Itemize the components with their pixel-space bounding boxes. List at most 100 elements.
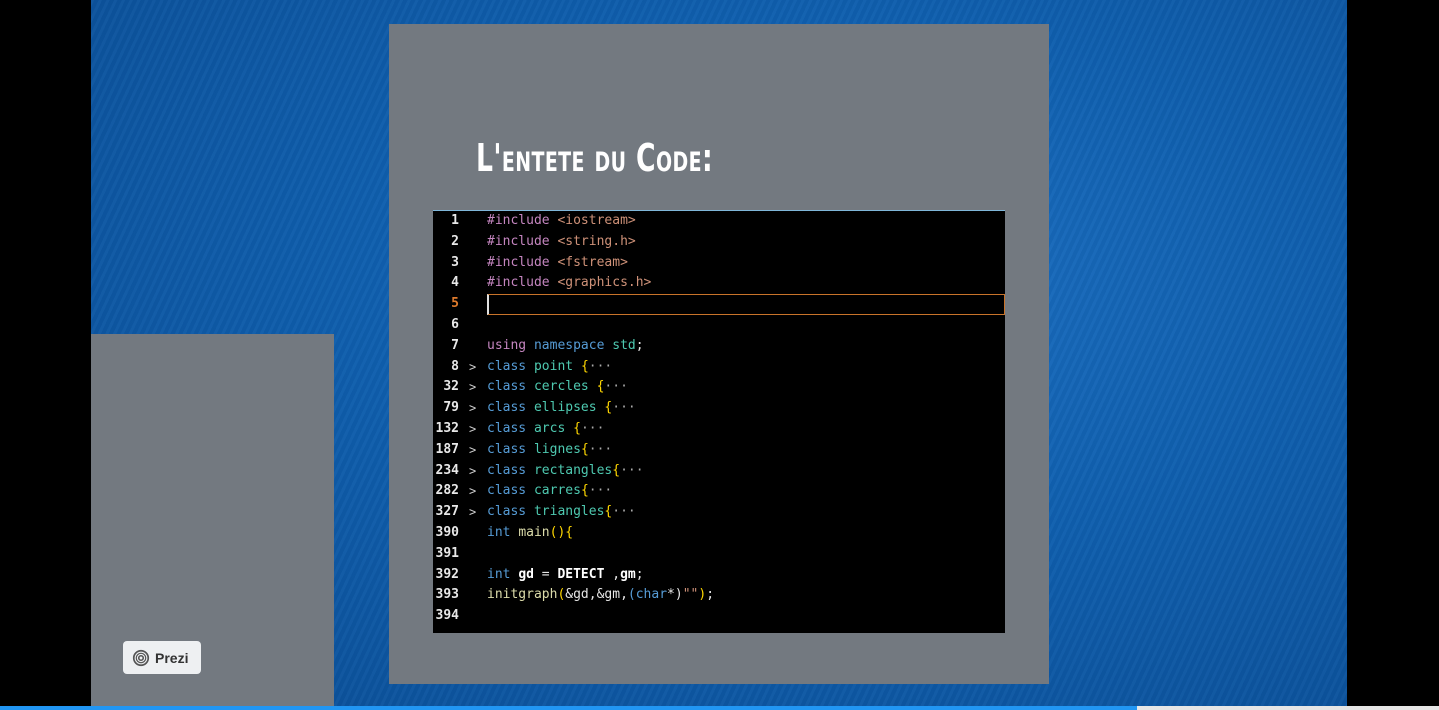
code-line: 5 bbox=[433, 294, 1005, 316]
line-number: 234 bbox=[435, 462, 459, 478]
fold-chevron-icon[interactable]: > bbox=[469, 398, 476, 419]
line-number: 187 bbox=[435, 441, 459, 457]
line-number: 282 bbox=[435, 483, 459, 499]
code-token: class bbox=[487, 420, 534, 436]
presentation-canvas: L'entete du Code: 1 #include <iostream> 2 #… bbox=[91, 0, 1347, 710]
fold-chevron-icon[interactable]: > bbox=[469, 377, 476, 398]
code-text: class carres{··· bbox=[487, 481, 612, 502]
code-text: using namespace std; bbox=[487, 336, 644, 357]
code-line: 393 initgraph(&gd,&gm,(char*)""); bbox=[433, 585, 1005, 606]
code-token: triangles bbox=[533, 504, 605, 520]
code-line: 7 using namespace std; bbox=[433, 336, 1005, 357]
line-number: 393 bbox=[435, 587, 459, 603]
code-text: #include <iostream> bbox=[487, 211, 636, 232]
code-line: 79 > class ellipses {··· bbox=[433, 398, 1005, 419]
line-number: 2 bbox=[451, 233, 459, 249]
code-text: class triangles{··· bbox=[487, 502, 636, 523]
code-text: class arcs {··· bbox=[487, 419, 604, 440]
code-token: ··· bbox=[604, 379, 628, 395]
code-line: 390 int main(){ bbox=[433, 523, 1005, 544]
code-line: 2 #include <string.h> bbox=[433, 232, 1005, 253]
code-token: (char bbox=[627, 587, 668, 603]
code-text: class cercles {··· bbox=[487, 377, 628, 398]
code-line: 392 int gd = DETECT ,gm; bbox=[433, 565, 1005, 586]
code-token: std bbox=[612, 337, 636, 353]
code-screenshot: 1 #include <iostream> 2 #include <string.h>… bbox=[433, 210, 1005, 633]
prezi-label: Prezi bbox=[155, 649, 189, 666]
code-token: ; bbox=[635, 337, 644, 353]
code-text: #include <graphics.h> bbox=[487, 273, 651, 294]
code-line: 8 > class point {··· bbox=[433, 357, 1005, 378]
code-token: #include bbox=[487, 213, 558, 228]
fold-chevron-icon[interactable]: > bbox=[469, 440, 476, 461]
code-token: cercles bbox=[533, 379, 597, 395]
line-number: 391 bbox=[435, 545, 459, 561]
fold-chevron-icon[interactable]: > bbox=[469, 419, 476, 440]
code-line: 282 > class carres{··· bbox=[433, 481, 1005, 502]
code-text bbox=[487, 294, 1005, 316]
code-line: 234 > class rectangles{··· bbox=[433, 461, 1005, 482]
line-number: 8 bbox=[451, 358, 459, 374]
code-token: ··· bbox=[620, 462, 644, 478]
code-token: , bbox=[604, 566, 621, 582]
code-token: lignes bbox=[533, 441, 581, 457]
progress-bar bbox=[0, 706, 1439, 710]
code-token: #include bbox=[487, 275, 558, 291]
code-text: class lignes{··· bbox=[487, 440, 612, 461]
line-number: 132 bbox=[435, 420, 459, 436]
code-token: class bbox=[487, 379, 534, 395]
code-token: ellipses bbox=[533, 400, 605, 416]
code-line: 132 > class arcs {··· bbox=[433, 419, 1005, 440]
code-token: { bbox=[573, 420, 581, 436]
line-number: 392 bbox=[435, 566, 459, 582]
code-token: { bbox=[580, 441, 589, 457]
code-token: ··· bbox=[588, 358, 613, 374]
slide-title: L'entete du Code: bbox=[476, 136, 714, 180]
fold-chevron-icon[interactable]: > bbox=[469, 357, 476, 378]
code-token: ; bbox=[706, 587, 715, 603]
code-text: class rectangles{··· bbox=[487, 461, 644, 482]
code-token: (){ bbox=[549, 524, 574, 540]
code-text: class point {··· bbox=[487, 357, 612, 378]
code-line: 391 bbox=[433, 544, 1005, 565]
fold-chevron-icon[interactable]: > bbox=[469, 502, 476, 523]
code-token: DETECT bbox=[557, 566, 605, 582]
line-number: 394 bbox=[435, 608, 459, 624]
code-token: main bbox=[518, 524, 550, 540]
code-token: { bbox=[580, 358, 589, 374]
code-token: int bbox=[487, 524, 519, 540]
code-text: #include <string.h> bbox=[487, 232, 636, 253]
fold-chevron-icon[interactable]: > bbox=[469, 481, 476, 502]
code-token: rectangles bbox=[533, 462, 613, 478]
code-token: { bbox=[580, 483, 589, 499]
code-token: class bbox=[487, 358, 534, 374]
code-token: ··· bbox=[588, 483, 613, 499]
fold-chevron-icon[interactable]: > bbox=[469, 461, 476, 482]
code-token: class bbox=[487, 462, 534, 478]
code-line: 6 bbox=[433, 315, 1005, 336]
code-token: using bbox=[487, 337, 534, 353]
code-token: #include bbox=[487, 233, 558, 249]
code-token: ··· bbox=[612, 400, 636, 416]
code-text: int gd = DETECT ,gm; bbox=[487, 565, 644, 586]
code-token: class bbox=[487, 441, 534, 457]
code-token: ··· bbox=[588, 441, 613, 457]
prezi-badge[interactable]: Prezi bbox=[123, 641, 201, 674]
code-token: ) bbox=[698, 587, 707, 603]
code-token: <iostream> bbox=[557, 213, 636, 228]
code-token: ; bbox=[635, 566, 644, 582]
line-number: 1 bbox=[451, 213, 459, 228]
code-token: <string.h> bbox=[557, 233, 636, 249]
code-token: ··· bbox=[580, 420, 605, 436]
code-token: int bbox=[487, 566, 519, 582]
code-token: arcs bbox=[533, 420, 574, 436]
code-text: class ellipses {··· bbox=[487, 398, 636, 419]
line-number: 4 bbox=[451, 275, 459, 291]
line-number: 79 bbox=[443, 400, 459, 416]
code-line: 32 > class cercles {··· bbox=[433, 377, 1005, 398]
code-line: 3 #include <fstream> bbox=[433, 253, 1005, 274]
line-number: 327 bbox=[435, 504, 459, 520]
line-number: 3 bbox=[451, 254, 459, 270]
code-token: *) bbox=[667, 587, 683, 603]
code-line: 327 > class triangles{··· bbox=[433, 502, 1005, 523]
